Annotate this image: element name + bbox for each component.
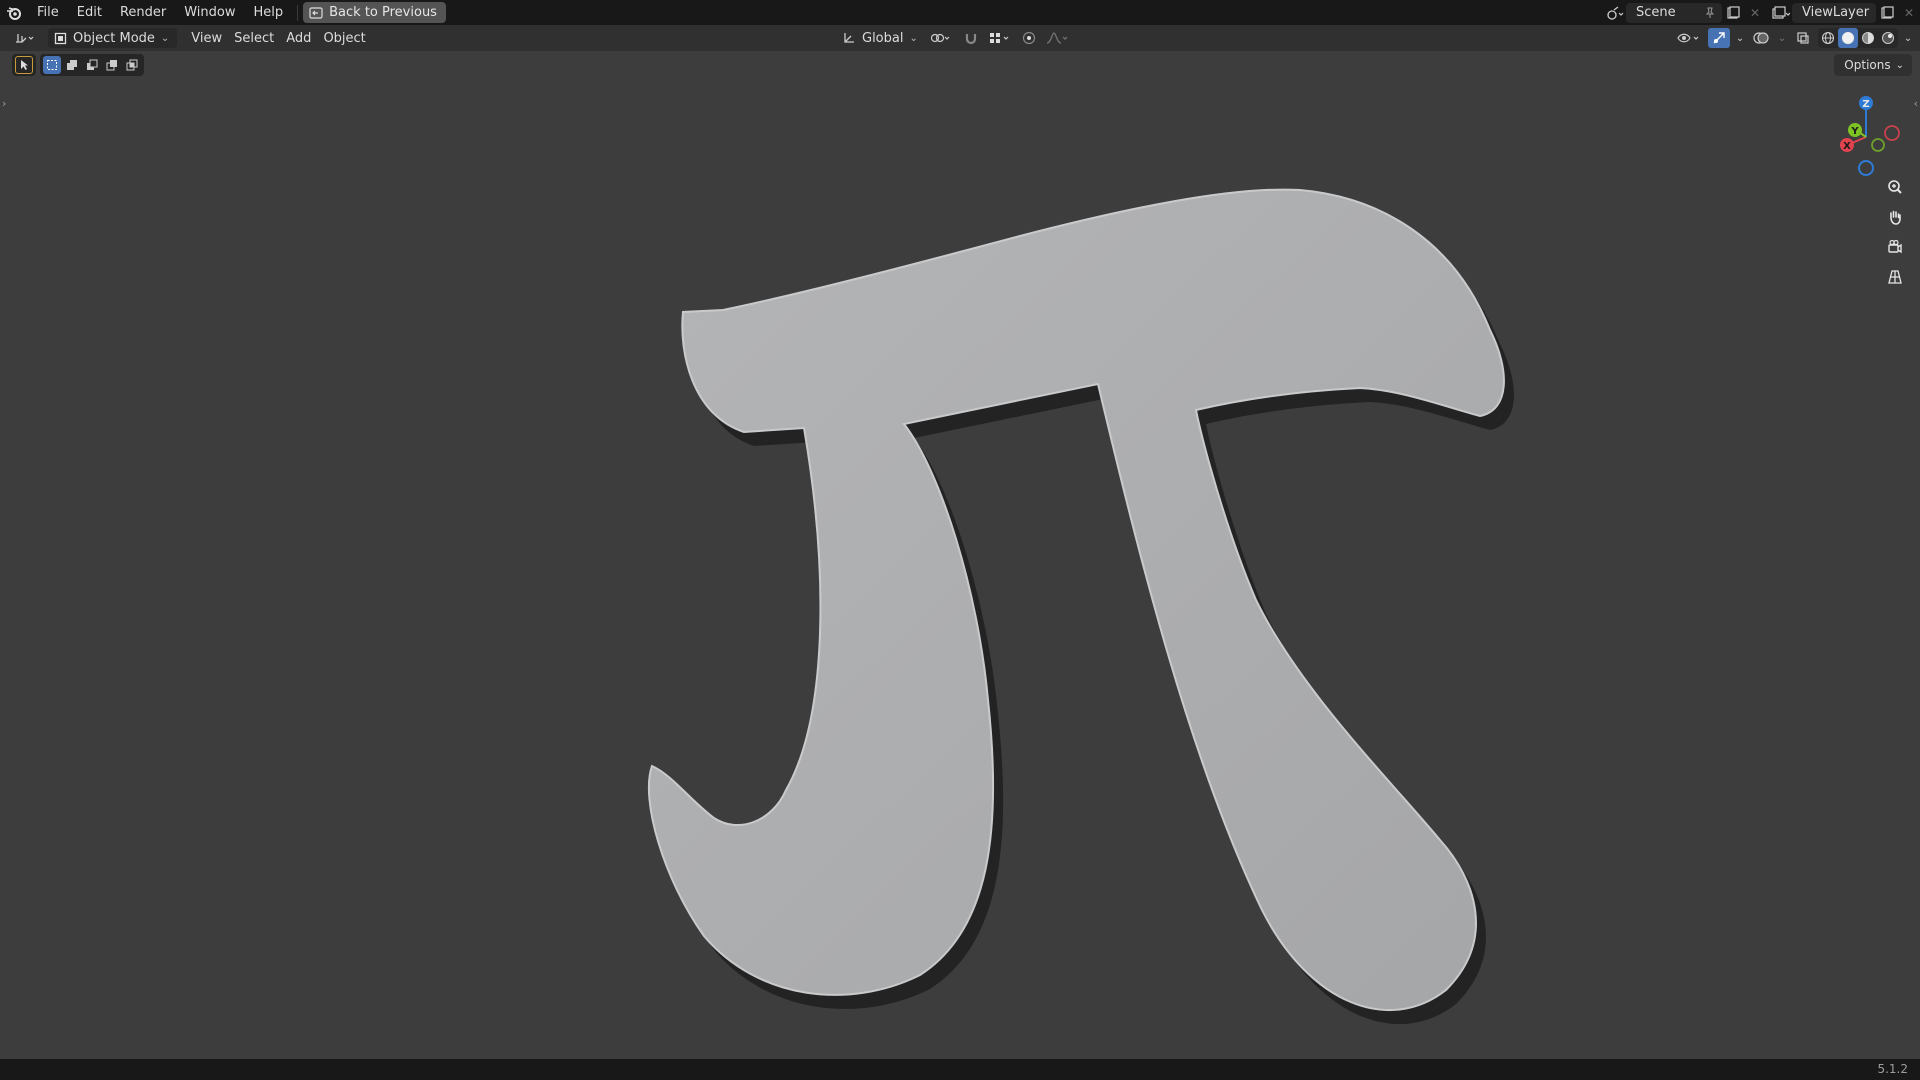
blender-logo-icon[interactable] <box>0 0 28 25</box>
select-cursor-icon[interactable] <box>15 56 33 74</box>
object-mode-icon <box>54 32 67 44</box>
snap-toggle-icon[interactable] <box>960 28 982 48</box>
scene-name-field[interactable]: Scene <box>1626 2 1722 23</box>
solid-shading-icon[interactable] <box>1838 28 1858 48</box>
menu-edit[interactable]: Edit <box>68 0 111 25</box>
toolbar-expand-arrow-icon[interactable]: › <box>2 97 6 110</box>
select-invert-icon[interactable] <box>103 56 121 74</box>
rendered-shading-icon[interactable] <box>1878 28 1898 48</box>
viewport-header: Object Mode ⌄ View Select Add Object Glo… <box>0 25 1920 51</box>
orientation-label: Global <box>862 30 904 46</box>
delete-view-layer-icon[interactable]: ✕ <box>1898 3 1920 23</box>
overlays-options-chevron-icon[interactable]: ⌄ <box>1776 28 1788 48</box>
back-to-previous-button[interactable]: Back to Previous <box>303 2 446 23</box>
perspective-ortho-toggle-icon[interactable] <box>1882 264 1908 290</box>
menu-add[interactable]: Add <box>280 28 317 48</box>
menu-select[interactable]: Select <box>228 28 280 48</box>
scene-selector-icon[interactable] <box>1604 3 1626 23</box>
back-arrow-icon <box>309 6 323 19</box>
gizmo-neg-z-icon[interactable] <box>1858 160 1874 176</box>
menu-object[interactable]: Object <box>317 28 371 48</box>
options-label: Options <box>1844 58 1891 72</box>
sidebar-expand-arrow-icon[interactable]: ‹ <box>1914 97 1918 110</box>
overlays-toggle-icon[interactable] <box>1750 28 1772 48</box>
material-preview-shading-icon[interactable] <box>1858 28 1878 48</box>
divider <box>297 4 299 21</box>
menu-render[interactable]: Render <box>111 0 175 25</box>
gizmo-neg-y-icon[interactable] <box>1871 138 1885 152</box>
pi-symbol-mesh[interactable] <box>0 51 1920 1059</box>
snap-target-icon[interactable] <box>986 28 1014 48</box>
pi-front-face <box>648 188 1505 1012</box>
gizmo-y-label: Y <box>1850 126 1859 137</box>
gizmo-toggle-icon[interactable] <box>1708 28 1730 48</box>
view-layer-field[interactable]: ViewLayer <box>1792 2 1876 23</box>
pin-icon[interactable] <box>1704 7 1716 19</box>
select-new-icon[interactable] <box>43 56 61 74</box>
view-layer-selector-icon[interactable] <box>1770 3 1792 23</box>
gizmo-options-chevron-icon[interactable]: ⌄ <box>1734 28 1746 48</box>
chevron-down-icon: ⌄ <box>1895 59 1904 71</box>
zoom-view-icon[interactable] <box>1882 174 1908 200</box>
gizmo-z-label: Z <box>1862 99 1869 110</box>
xray-toggle-icon[interactable] <box>1792 28 1814 48</box>
workspace-controls: Scene ✕ ViewLayer ✕ <box>1604 0 1920 25</box>
top-menu-bar: File Edit Render Window Help Back to Pre… <box>0 0 1920 25</box>
delete-scene-icon[interactable]: ✕ <box>1744 3 1766 23</box>
tool-settings-row <box>12 54 144 76</box>
editor-type-icon <box>16 34 34 43</box>
mode-selector[interactable]: Object Mode ⌄ <box>48 28 178 48</box>
menu-help[interactable]: Help <box>245 0 293 25</box>
falloff-curve-icon[interactable] <box>1044 28 1072 48</box>
select-intersect-icon[interactable] <box>123 56 141 74</box>
menu-window[interactable]: Window <box>175 0 244 25</box>
chevron-down-icon: ⌄ <box>909 32 918 44</box>
blender-version: 5.1.2 <box>1877 1062 1908 1076</box>
new-scene-icon[interactable] <box>1722 3 1744 23</box>
navigation-gizmo[interactable]: Z Y X <box>1832 87 1908 177</box>
pivot-point-icon[interactable] <box>928 28 956 48</box>
gizmo-neg-x-icon[interactable] <box>1884 125 1900 141</box>
wireframe-shading-icon[interactable] <box>1818 28 1838 48</box>
3d-viewport[interactable]: Options ⌄ › ‹ Z Y X <box>0 51 1920 1059</box>
transform-controls: Global ⌄ <box>836 28 1072 48</box>
mode-label: Object Mode <box>73 30 155 46</box>
status-bar: 5.1.2 <box>0 1059 1920 1080</box>
pan-view-hand-icon[interactable] <box>1882 204 1908 230</box>
back-to-previous-label: Back to Previous <box>329 5 437 20</box>
shading-mode-group <box>1818 28 1898 48</box>
menu-file[interactable]: File <box>28 0 68 25</box>
new-view-layer-icon[interactable] <box>1876 3 1898 23</box>
orientation-axes-icon <box>844 33 854 43</box>
shading-options-chevron-icon[interactable]: ⌄ <box>1902 28 1914 48</box>
visibility-selectability-icon[interactable] <box>1674 28 1704 48</box>
options-dropdown[interactable]: Options ⌄ <box>1834 54 1912 76</box>
selection-mode-group <box>40 54 144 76</box>
menu-view[interactable]: View <box>185 28 228 48</box>
select-extend-icon[interactable] <box>63 56 81 74</box>
active-tool-button[interactable] <box>12 54 36 76</box>
gizmo-x-label: X <box>1843 141 1851 152</box>
camera-view-icon[interactable] <box>1882 234 1908 260</box>
viewport-display-controls: ⌄ ⌄ ⌄ <box>1674 28 1914 48</box>
scene-name: Scene <box>1636 5 1676 20</box>
select-subtract-icon[interactable] <box>83 56 101 74</box>
proportional-editing-icon[interactable] <box>1018 28 1040 48</box>
view-layer-name: ViewLayer <box>1802 5 1870 20</box>
transform-orientation-selector[interactable]: Global ⌄ <box>836 28 924 48</box>
chevron-down-icon: ⌄ <box>160 32 170 44</box>
editor-type-button[interactable] <box>8 28 42 48</box>
